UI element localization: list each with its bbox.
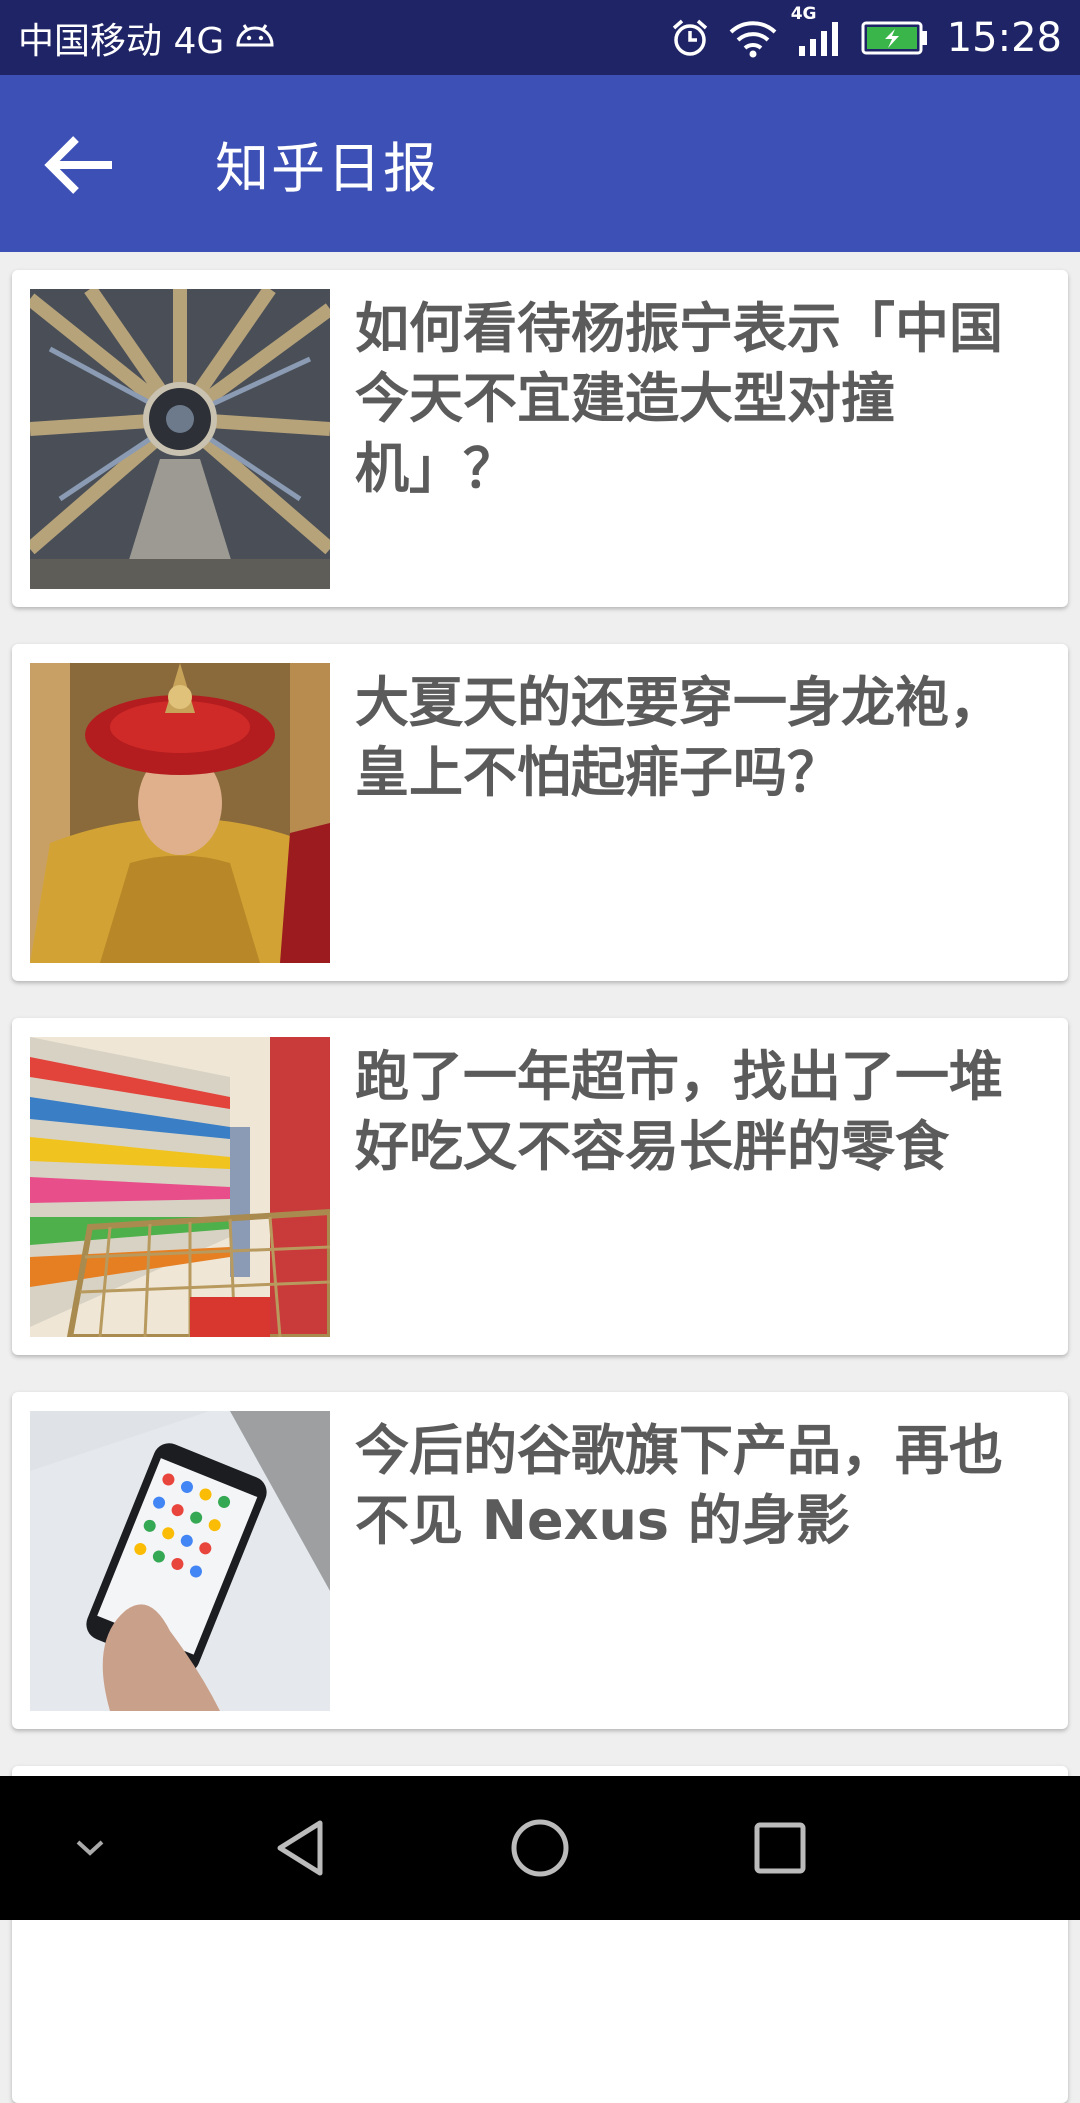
story-card[interactable]: 今后的谷歌旗下产品，再也不见 Nexus 的身影	[12, 1392, 1068, 1729]
story-card[interactable]: 大夏天的还要穿一身龙袍，皇上不怕起痱子吗？	[12, 644, 1068, 981]
story-card[interactable]: 如何看待杨振宁表示「中国今天不宜建造大型对撞机」？	[12, 270, 1068, 607]
supermarket-aisle-photo	[30, 1037, 330, 1337]
battery-charging-icon	[861, 20, 929, 56]
hide-nav-button[interactable]	[55, 1776, 125, 1920]
status-left: 中国移动 4G	[18, 0, 276, 75]
status-right: 4G 15:28	[671, 0, 1062, 75]
status-bar: 中国移动 4G 4G 15:28	[0, 0, 1080, 75]
arrow-left-icon	[44, 136, 112, 194]
story-title: 大夏天的还要穿一身龙袍，皇上不怕起痱子吗？	[355, 671, 1003, 804]
android-icon	[234, 17, 276, 58]
chevron-down-icon	[76, 1840, 104, 1856]
carrier-label: 中国移动 4G	[18, 20, 225, 62]
story-card[interactable]: 跑了一年超市，找出了一堆好吃又不容易长胖的零食	[12, 1018, 1068, 1355]
back-nav-button[interactable]	[250, 1776, 350, 1920]
story-title: 跑了一年超市，找出了一堆好吃又不容易长胖的零食	[355, 1045, 1003, 1178]
story-title: 如何看待杨振宁表示「中国今天不宜建造大型对撞机」？	[355, 297, 1003, 500]
back-button[interactable]	[40, 125, 120, 205]
app-bar: 知乎日报	[0, 75, 1080, 252]
hand-holding-smartphone-photo	[30, 1411, 330, 1711]
navigation-bar	[0, 1776, 1080, 1920]
signal-icon: 4G	[791, 4, 843, 58]
wifi-icon	[727, 18, 779, 58]
back-triangle-icon	[277, 1820, 323, 1876]
recents-nav-button[interactable]	[730, 1776, 830, 1920]
emperor-in-dragon-robe-photo	[30, 663, 330, 963]
particle-collider-photo	[30, 289, 330, 589]
clock-time: 15:28	[946, 14, 1062, 61]
network-type-badge: 4G	[790, 3, 817, 24]
page-title: 知乎日报	[215, 137, 439, 200]
home-nav-button[interactable]	[490, 1776, 590, 1920]
home-circle-icon	[511, 1819, 569, 1877]
story-title: 今后的谷歌旗下产品，再也不见 Nexus 的身影	[355, 1419, 1003, 1552]
recents-square-icon	[754, 1822, 806, 1874]
alarm-icon	[671, 18, 709, 58]
